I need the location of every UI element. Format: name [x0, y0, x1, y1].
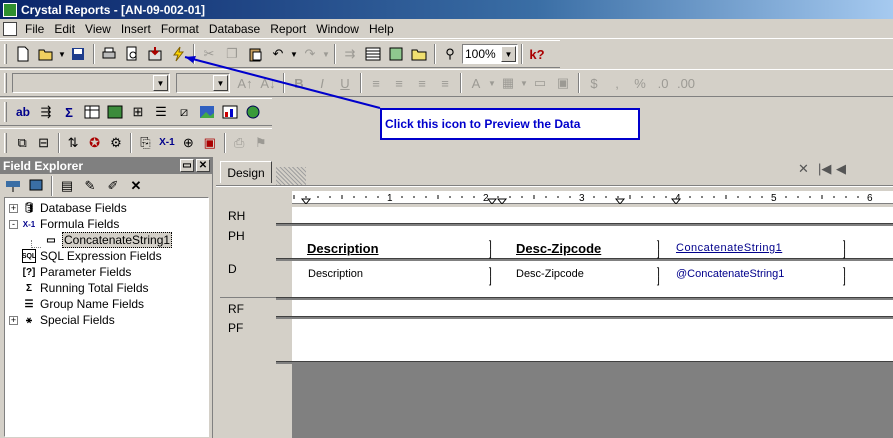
- annotation-callout: Click this icon to Preview the Data: [380, 108, 640, 140]
- callout-arrow: [184, 56, 381, 109]
- callout-text: Click this icon to Preview the Data: [385, 117, 581, 131]
